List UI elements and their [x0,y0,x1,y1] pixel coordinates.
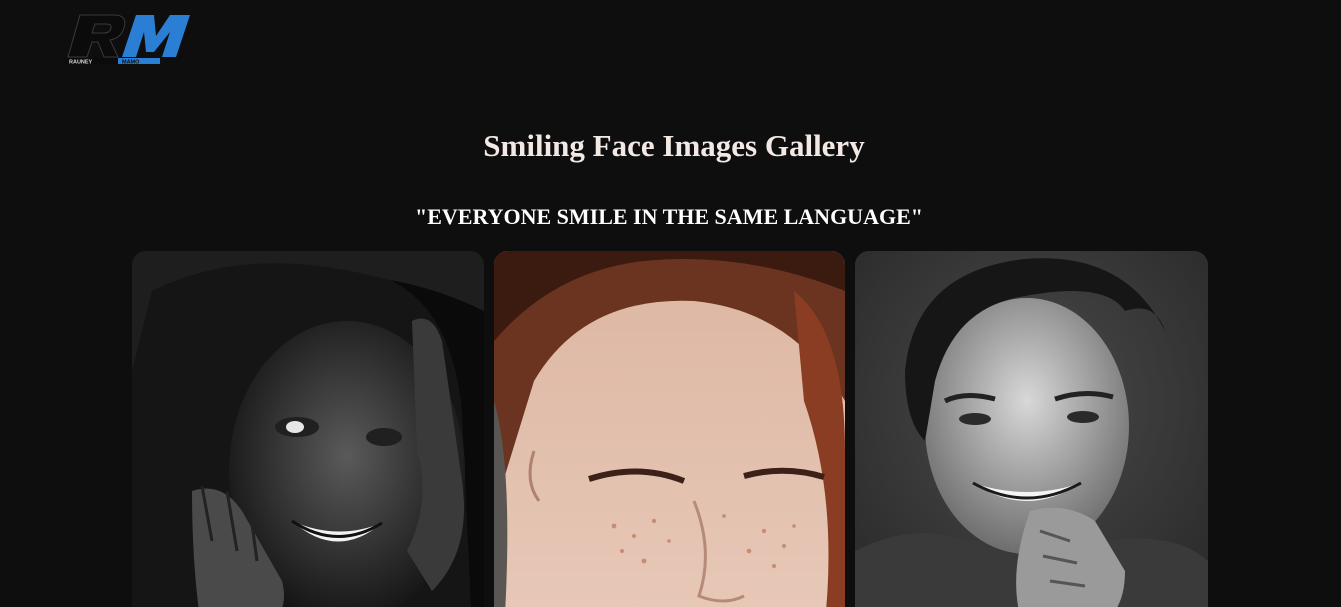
image-gallery [132,251,1208,607]
gallery-image-2[interactable] [494,251,845,607]
rm-logo-icon: RAUNEY MAMO [66,14,190,66]
gallery-image-1[interactable] [132,251,484,607]
brand-right-word: MAMO [122,60,140,66]
smiling-young-man-photo-icon [855,251,1208,607]
gallery-image-3[interactable] [855,251,1208,607]
page-title: Smiling Face Images Gallery [483,128,865,163]
page-tagline: "EVERYONE SMILE IN THE SAME LANGUAGE" [415,204,923,229]
smiling-child-photo-icon [132,251,484,607]
brand-logo[interactable]: RAUNEY MAMO [66,12,192,68]
brand-left-word: RAUNEY [69,60,93,66]
freckled-girl-photo-icon [494,251,845,607]
